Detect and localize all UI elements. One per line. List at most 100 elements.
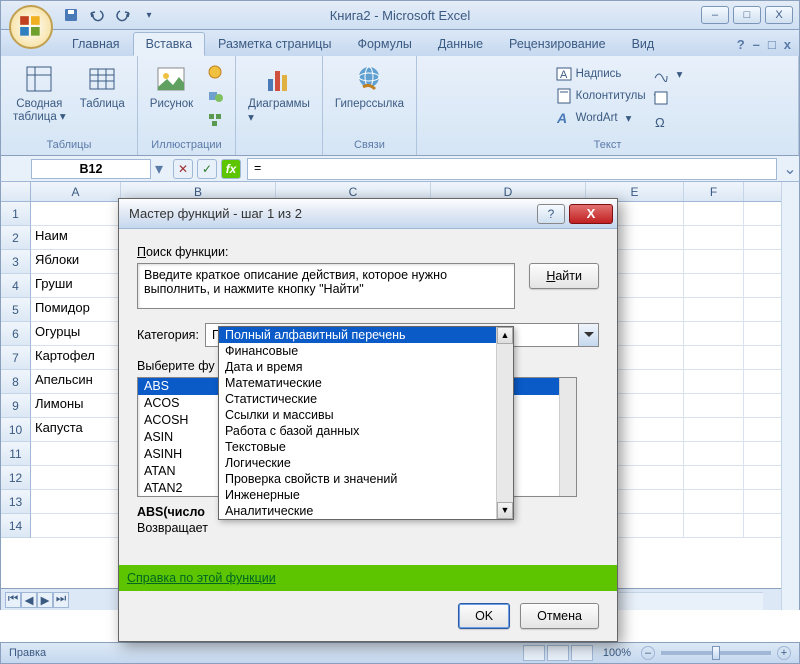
- cell-A4[interactable]: Груши: [31, 274, 121, 297]
- signature-button[interactable]: ▾: [649, 64, 687, 84]
- dropdown-scrollbar[interactable]: ▲ ▼: [496, 327, 513, 519]
- cell-A8[interactable]: Апельсин: [31, 370, 121, 393]
- row-header-8[interactable]: 8: [1, 370, 31, 394]
- zoom-grip[interactable]: [712, 646, 720, 660]
- row-header-1[interactable]: 1: [1, 202, 31, 226]
- mdi-close[interactable]: x: [784, 37, 791, 52]
- scroll-down-icon[interactable]: ▼: [497, 502, 513, 519]
- formula-bar-expand-icon[interactable]: ⌄: [781, 159, 799, 179]
- table-button[interactable]: Таблица: [76, 60, 129, 112]
- cell-A5[interactable]: Помидор: [31, 298, 121, 321]
- cell-F6[interactable]: [684, 322, 744, 345]
- dropdown-item[interactable]: Статистические: [219, 391, 496, 407]
- textbox-button[interactable]: AНадпись: [552, 64, 664, 84]
- cell-A1[interactable]: [31, 202, 121, 225]
- row-header-11[interactable]: 11: [1, 442, 31, 466]
- search-input[interactable]: Введите краткое описание действия, котор…: [137, 263, 515, 309]
- cell-F9[interactable]: [684, 394, 744, 417]
- column-header-A[interactable]: A: [31, 182, 121, 201]
- qat-customize-icon[interactable]: ▾: [139, 5, 159, 25]
- cell-A2[interactable]: Наим: [31, 226, 121, 249]
- cell-F5[interactable]: [684, 298, 744, 321]
- shapes-button[interactable]: [203, 86, 227, 106]
- cell-A12[interactable]: [31, 466, 121, 489]
- ribbon-tab-6[interactable]: Вид: [619, 32, 668, 56]
- undo-icon[interactable]: [87, 5, 107, 25]
- zoom-slider[interactable]: [661, 651, 771, 655]
- ribbon-tab-5[interactable]: Рецензирование: [496, 32, 619, 56]
- picture-button[interactable]: Рисунок: [146, 60, 197, 112]
- dropdown-item[interactable]: Финансовые: [219, 343, 496, 359]
- minimize-button[interactable]: –: [701, 6, 729, 24]
- cell-A7[interactable]: Картофел: [31, 346, 121, 369]
- dropdown-item[interactable]: Аналитические: [219, 503, 496, 519]
- dropdown-item[interactable]: Проверка свойств и значений: [219, 471, 496, 487]
- maximize-button[interactable]: □: [733, 6, 761, 24]
- select-all-corner[interactable]: [1, 182, 31, 201]
- cancel-button[interactable]: Отмена: [520, 603, 599, 629]
- pivot-table-button[interactable]: Своднаятаблица ▾: [9, 60, 70, 125]
- category-dropdown[interactable]: Полный алфавитный переченьФинансовыеДата…: [218, 326, 514, 520]
- scroll-up-icon[interactable]: ▲: [497, 327, 513, 344]
- row-header-7[interactable]: 7: [1, 346, 31, 370]
- name-box[interactable]: B12: [31, 159, 151, 179]
- redo-icon[interactable]: [113, 5, 133, 25]
- save-icon[interactable]: [61, 5, 81, 25]
- clipart-button[interactable]: [203, 62, 227, 82]
- cell-A3[interactable]: Яблоки: [31, 250, 121, 273]
- row-header-6[interactable]: 6: [1, 322, 31, 346]
- cell-F1[interactable]: [684, 202, 744, 225]
- ribbon-tab-4[interactable]: Данные: [425, 32, 496, 56]
- dropdown-item[interactable]: Работа с базой данных: [219, 423, 496, 439]
- dialog-titlebar[interactable]: Мастер функций - шаг 1 из 2 ? X: [119, 199, 617, 229]
- sheet-nav-last[interactable]: ⏭: [53, 592, 69, 608]
- object-button[interactable]: [649, 88, 687, 108]
- ribbon-tab-0[interactable]: Главная: [59, 32, 133, 56]
- zoom-percent[interactable]: 100%: [603, 647, 631, 659]
- sheet-nav-buttons[interactable]: ⏮◀▶⏭: [5, 592, 69, 608]
- cell-F3[interactable]: [684, 250, 744, 273]
- formula-confirm-button[interactable]: ✓: [197, 159, 217, 179]
- row-header-10[interactable]: 10: [1, 418, 31, 442]
- row-header-2[interactable]: 2: [1, 226, 31, 250]
- header-footer-button[interactable]: Колонтитулы▾: [552, 86, 664, 106]
- row-header-14[interactable]: 14: [1, 514, 31, 538]
- dropdown-item[interactable]: Полный алфавитный перечень: [219, 327, 496, 343]
- sheet-nav-prev[interactable]: ◀: [21, 592, 37, 608]
- namebox-dropdown-icon[interactable]: ▾: [151, 159, 167, 179]
- dropdown-item[interactable]: Дата и время: [219, 359, 496, 375]
- wordart-button[interactable]: AWordArt▾: [552, 108, 664, 128]
- zoom-in-button[interactable]: +: [777, 646, 791, 660]
- normal-view-button[interactable]: [523, 645, 545, 661]
- formula-input[interactable]: =: [247, 158, 777, 180]
- dialog-close-button[interactable]: X: [569, 204, 613, 224]
- cell-F8[interactable]: [684, 370, 744, 393]
- formula-cancel-button[interactable]: ✕: [173, 159, 193, 179]
- dropdown-item[interactable]: Математические: [219, 375, 496, 391]
- cell-F14[interactable]: [684, 514, 744, 537]
- dropdown-item[interactable]: Логические: [219, 455, 496, 471]
- chevron-down-icon[interactable]: [578, 324, 598, 346]
- dropdown-item[interactable]: Текстовые: [219, 439, 496, 455]
- symbol-button[interactable]: Ω: [649, 112, 687, 132]
- insert-function-button[interactable]: fx: [221, 159, 241, 179]
- row-header-13[interactable]: 13: [1, 490, 31, 514]
- charts-button[interactable]: Диаграммы▾: [244, 60, 314, 126]
- cell-F7[interactable]: [684, 346, 744, 369]
- dropdown-item[interactable]: Ссылки и массивы: [219, 407, 496, 423]
- ribbon-tab-2[interactable]: Разметка страницы: [205, 32, 344, 56]
- close-button[interactable]: X: [765, 6, 793, 24]
- vertical-scrollbar[interactable]: [781, 182, 799, 610]
- cell-A6[interactable]: Огурцы: [31, 322, 121, 345]
- row-header-4[interactable]: 4: [1, 274, 31, 298]
- row-header-12[interactable]: 12: [1, 466, 31, 490]
- dialog-help-button[interactable]: ?: [537, 204, 565, 224]
- find-button[interactable]: Найти: [529, 263, 599, 289]
- cell-F10[interactable]: [684, 418, 744, 441]
- row-header-9[interactable]: 9: [1, 394, 31, 418]
- office-button[interactable]: [9, 5, 53, 49]
- smartart-button[interactable]: [203, 110, 227, 130]
- zoom-out-button[interactable]: –: [641, 646, 655, 660]
- ribbon-help-icon[interactable]: ?: [737, 37, 745, 52]
- dropdown-item[interactable]: Инженерные: [219, 487, 496, 503]
